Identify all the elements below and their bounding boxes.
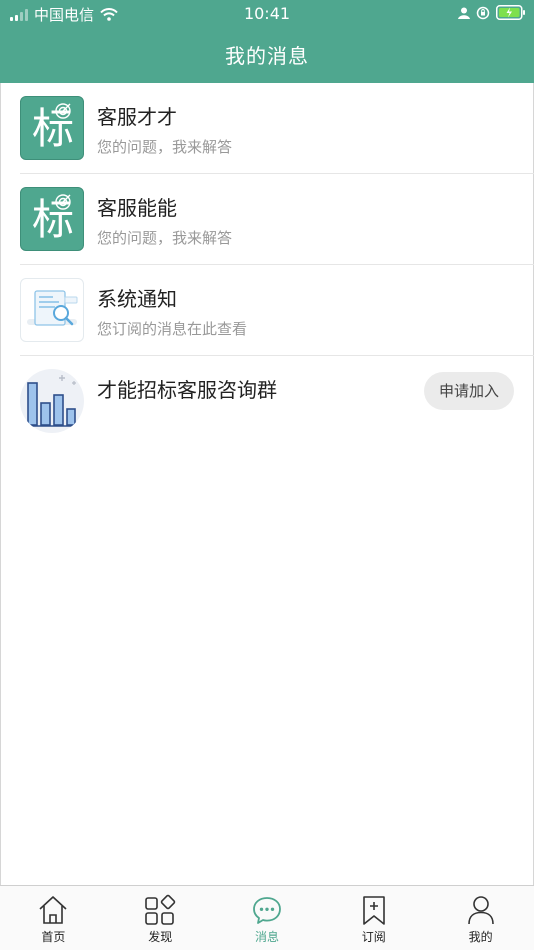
list-item-service-group[interactable]: 才能招标客服咨询群 申请加入 (0, 356, 534, 447)
avatar: 标 (20, 187, 84, 251)
rotation-lock-icon (476, 6, 490, 19)
home-icon (39, 896, 67, 924)
avatar-char: 标 (31, 104, 74, 153)
list-item-kefu-caicai[interactable]: 标 客服才才 您的问题，我来解答 (0, 83, 534, 174)
user-icon (467, 896, 494, 925)
message-list: 标 客服才才 您的问题，我来解答 标 客服能能 您的问题，我来解答 系统通知 您… (0, 83, 534, 447)
bookmark-add-icon (362, 896, 385, 925)
tab-mine[interactable]: 我的 (427, 886, 534, 950)
avatar-char: 标 (31, 195, 74, 244)
item-title: 系统通知 (97, 287, 177, 311)
tab-label: 我的 (468, 930, 493, 944)
status-bar: 中国电信 10:41 (0, 0, 534, 28)
item-subtitle: 您的问题，我来解答 (97, 138, 233, 156)
tab-label: 订阅 (361, 930, 386, 944)
message-icon (253, 897, 281, 924)
item-subtitle: 您的问题，我来解答 (97, 229, 233, 247)
tab-subscribe[interactable]: 订阅 (320, 886, 427, 950)
status-right (458, 5, 526, 20)
tab-discover[interactable]: 发现 (107, 886, 214, 950)
app-header: 中国电信 10:41 我的消息 (0, 0, 534, 83)
discover-icon (145, 894, 176, 925)
tab-messages[interactable]: 消息 (214, 886, 321, 950)
item-title: 才能招标客服咨询群 (97, 378, 277, 402)
join-group-button[interactable]: 申请加入 (424, 372, 514, 410)
person-icon (458, 7, 470, 19)
item-subtitle: 您订阅的消息在此查看 (97, 320, 248, 338)
battery-icon (496, 5, 525, 20)
list-item-kefu-nengneng[interactable]: 标 客服能能 您的问题，我来解答 (0, 174, 534, 265)
tab-label: 消息 (254, 930, 279, 944)
tab-label: 发现 (148, 930, 173, 944)
bottom-tab-bar: 首页 发现 消息 订阅 我的 (0, 885, 534, 950)
status-time: 10:41 (243, 4, 291, 23)
item-title: 客服能能 (97, 196, 177, 220)
tab-label: 首页 (41, 930, 66, 944)
tab-home[interactable]: 首页 (0, 886, 107, 950)
notification-document-icon (20, 278, 84, 342)
avatar: 标 (20, 96, 84, 160)
page-title: 我的消息 (225, 44, 309, 68)
list-item-system-notice[interactable]: 系统通知 您订阅的消息在此查看 (0, 265, 534, 356)
item-title: 客服才才 (97, 105, 177, 129)
bar-chart-icon (20, 369, 84, 433)
